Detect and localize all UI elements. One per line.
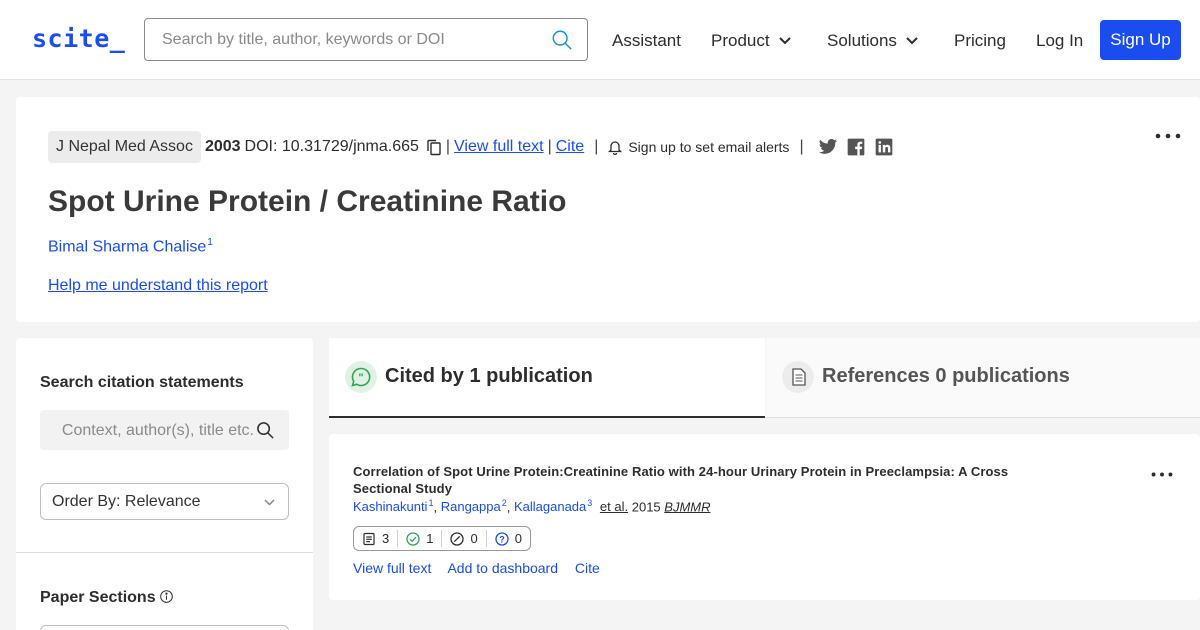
author-link[interactable]: Kashinakunti1 <box>353 498 433 515</box>
search-citations-heading: Search citation statements <box>40 374 244 391</box>
twitter-icon[interactable] <box>818 137 838 157</box>
facebook-icon[interactable] <box>846 137 866 157</box>
email-alerts-link[interactable]: Sign up to set email alerts <box>628 139 789 155</box>
bell-icon[interactable] <box>608 139 623 155</box>
paper-year: 2003 <box>204 138 241 155</box>
paper-meta-row: J Nepal Med Assoc 2003 DOI: 10.31729/jnm… <box>48 131 894 163</box>
search-icon[interactable] <box>256 421 275 440</box>
nav-solutions-label: Solutions <box>827 31 897 50</box>
nav-login[interactable]: Log In <box>1036 31 1083 51</box>
svg-text:?: ? <box>499 534 505 544</box>
document-icon <box>782 361 814 393</box>
contrasting-icon <box>450 531 465 546</box>
view-full-text-link[interactable]: View full text <box>353 560 431 576</box>
separator: | <box>799 138 804 155</box>
citation-statement-icon: " <box>345 361 377 393</box>
info-icon[interactable] <box>159 590 173 603</box>
chevron-down-icon <box>778 37 791 45</box>
order-by-value: Order By: Relevance <box>52 493 201 510</box>
citation-search-box[interactable] <box>40 410 289 450</box>
separator: | <box>547 138 552 155</box>
tally-uncertain[interactable]: ? 0 <box>485 530 530 547</box>
cite-link[interactable]: Cite <box>575 560 600 576</box>
author-separator: , <box>506 499 511 515</box>
citing-publication-title[interactable]: Correlation of Spot Urine Protein:Creati… <box>353 463 1033 497</box>
paper-sections-heading: Paper Sections <box>40 589 173 607</box>
tab-cited-by[interactable]: " Cited by 1 publication <box>329 338 765 418</box>
main-search-box[interactable] <box>144 18 588 61</box>
paper-sections-select[interactable] <box>40 625 289 630</box>
more-options-icon[interactable] <box>1155 132 1181 140</box>
author-name: Rangappa <box>440 499 501 515</box>
paper-header-card: J Nepal Med Assoc 2003 DOI: 10.31729/jnm… <box>16 97 1200 322</box>
paper-doi: DOI: 10.31729/jnma.665 <box>244 138 419 155</box>
filters-sidebar: Search citation statements Order By: Rel… <box>16 338 313 630</box>
tab-references[interactable]: References 0 publications <box>766 338 1200 418</box>
top-nav: scite_ Assistant Product Solutions Prici… <box>0 0 1200 80</box>
publication-year: 2015 <box>631 499 661 515</box>
author-name: Bimal Sharma Chalise <box>48 238 207 256</box>
tally-mentioning[interactable]: 3 <box>354 530 397 547</box>
separator: | <box>445 138 451 155</box>
svg-text:": " <box>358 372 363 384</box>
main-search-input[interactable] <box>162 29 542 51</box>
more-options-icon[interactable] <box>1151 471 1173 478</box>
paper-sections-label: Paper Sections <box>40 589 156 606</box>
nav-product-label: Product <box>711 31 770 50</box>
citation-search-input[interactable] <box>40 420 254 442</box>
et-al-link[interactable]: et al. <box>600 499 628 514</box>
chevron-down-icon <box>264 499 275 506</box>
citing-publication-actions: View full text Add to dashboard Cite <box>353 560 613 576</box>
scite-logo[interactable]: scite_ <box>32 24 125 53</box>
smart-citation-tally[interactable]: 3 1 0 ? 0 <box>353 526 531 551</box>
uncertain-count: 0 <box>514 531 522 546</box>
tally-contrasting[interactable]: 0 <box>441 530 485 547</box>
copy-icon[interactable] <box>426 139 442 156</box>
author-link[interactable]: Kallaganada3 <box>513 498 593 515</box>
nav-pricing[interactable]: Pricing <box>954 31 1006 51</box>
cite-link[interactable]: Cite <box>556 138 584 156</box>
view-full-text-link[interactable]: View full text <box>454 138 544 156</box>
order-by-select[interactable]: Order By: Relevance <box>40 483 289 520</box>
chevron-down-icon <box>906 37 918 45</box>
page-title: Spot Urine Protein / Creatinine Ratio <box>48 185 567 218</box>
journal-badge[interactable]: J Nepal Med Assoc <box>48 131 201 163</box>
citing-publication-card: Correlation of Spot Urine Protein:Creati… <box>329 434 1200 600</box>
citing-publication-authors: Kashinakunti1, Rangappa2, Kallaganada3 e… <box>353 498 711 514</box>
nav-solutions[interactable]: Solutions <box>827 31 919 51</box>
author-affiliation-number: 3 <box>587 498 593 508</box>
mentioning-count: 3 <box>382 531 390 546</box>
search-icon[interactable] <box>551 29 573 51</box>
author-affiliation-number: 1 <box>207 237 213 248</box>
linkedin-icon[interactable] <box>874 137 894 157</box>
mentioning-icon <box>363 532 375 545</box>
supporting-check-icon <box>406 531 420 546</box>
separator: | <box>594 138 599 155</box>
question-icon: ? <box>495 531 509 546</box>
signup-button[interactable]: Sign Up <box>1100 20 1181 60</box>
author-separator: , <box>433 499 438 515</box>
author-link[interactable]: Bimal Sharma Chalise1 <box>48 237 213 256</box>
help-understand-link[interactable]: Help me understand this report <box>48 277 268 295</box>
sidebar-divider <box>16 552 313 553</box>
contrasting-count: 0 <box>470 531 478 546</box>
add-to-dashboard-link[interactable]: Add to dashboard <box>447 560 558 576</box>
author-name: Kashinakunti <box>353 499 428 515</box>
author-link[interactable]: Rangappa2 <box>440 498 507 515</box>
supporting-count: 1 <box>426 531 434 546</box>
nav-assistant[interactable]: Assistant <box>612 31 681 51</box>
tally-supporting[interactable]: 1 <box>397 530 441 547</box>
nav-product[interactable]: Product <box>711 31 792 51</box>
author-name: Kallaganada <box>513 499 587 515</box>
tab-references-label: References 0 publications <box>822 365 1070 387</box>
tab-cited-by-label: Cited by 1 publication <box>385 365 593 387</box>
publication-journal[interactable]: BJMMR <box>664 499 710 514</box>
